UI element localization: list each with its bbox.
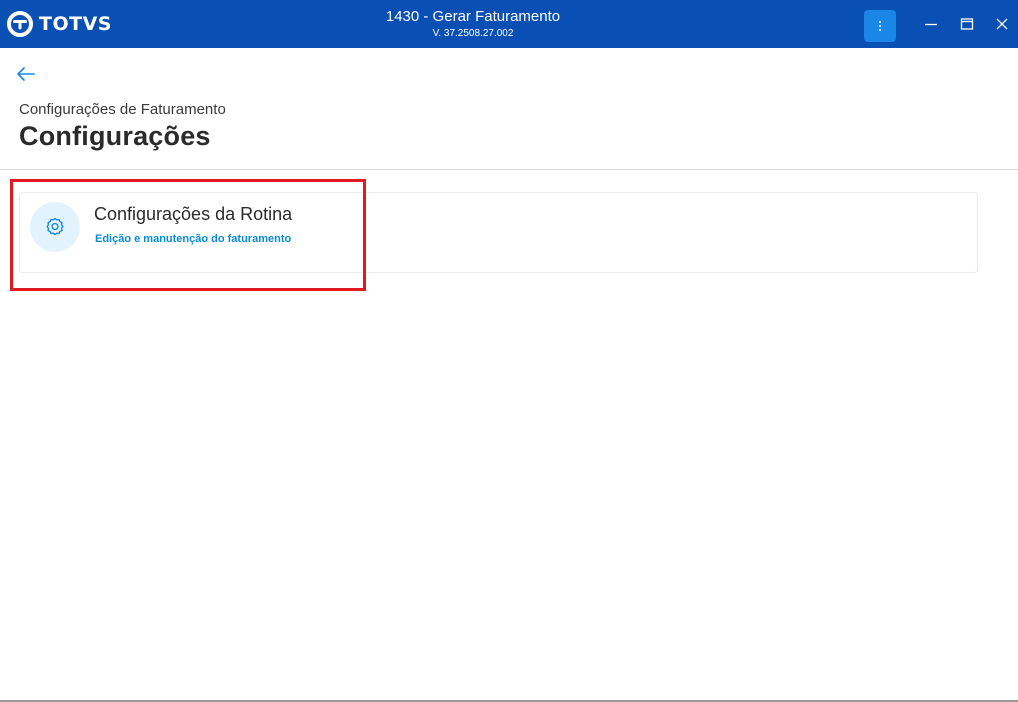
logo-text: TOTVS — [39, 13, 112, 35]
card-description: Edição e manutenção do faturamento — [95, 233, 292, 245]
kebab-menu-icon — [879, 21, 881, 31]
minimize-icon — [925, 23, 937, 26]
card-icon-container — [30, 202, 80, 252]
minimize-button[interactable] — [919, 12, 943, 36]
maximize-button[interactable] — [955, 12, 979, 36]
routine-settings-card[interactable]: Configurações da Rotina Edição e manuten… — [19, 192, 978, 273]
page-title: Configurações — [19, 121, 211, 151]
card-title: Configurações da Rotina — [94, 204, 293, 224]
more-options-button[interactable] — [864, 10, 896, 42]
close-button[interactable] — [990, 12, 1014, 36]
maximize-icon — [960, 18, 974, 30]
close-icon — [996, 18, 1008, 30]
back-button[interactable] — [16, 65, 36, 83]
totvs-logo-icon — [7, 11, 33, 37]
page-subtitle: Configurações de Faturamento — [19, 101, 226, 118]
totvs-logo: TOTVS — [7, 10, 112, 38]
title-bar[interactable]: TOTVS 1430 - Gerar Faturamento V. 37.250… — [0, 0, 1018, 48]
arrow-left-icon — [17, 67, 35, 81]
header-divider — [0, 169, 1018, 170]
app-window: TOTVS 1430 - Gerar Faturamento V. 37.250… — [0, 0, 1018, 702]
gear-icon — [46, 217, 64, 236]
